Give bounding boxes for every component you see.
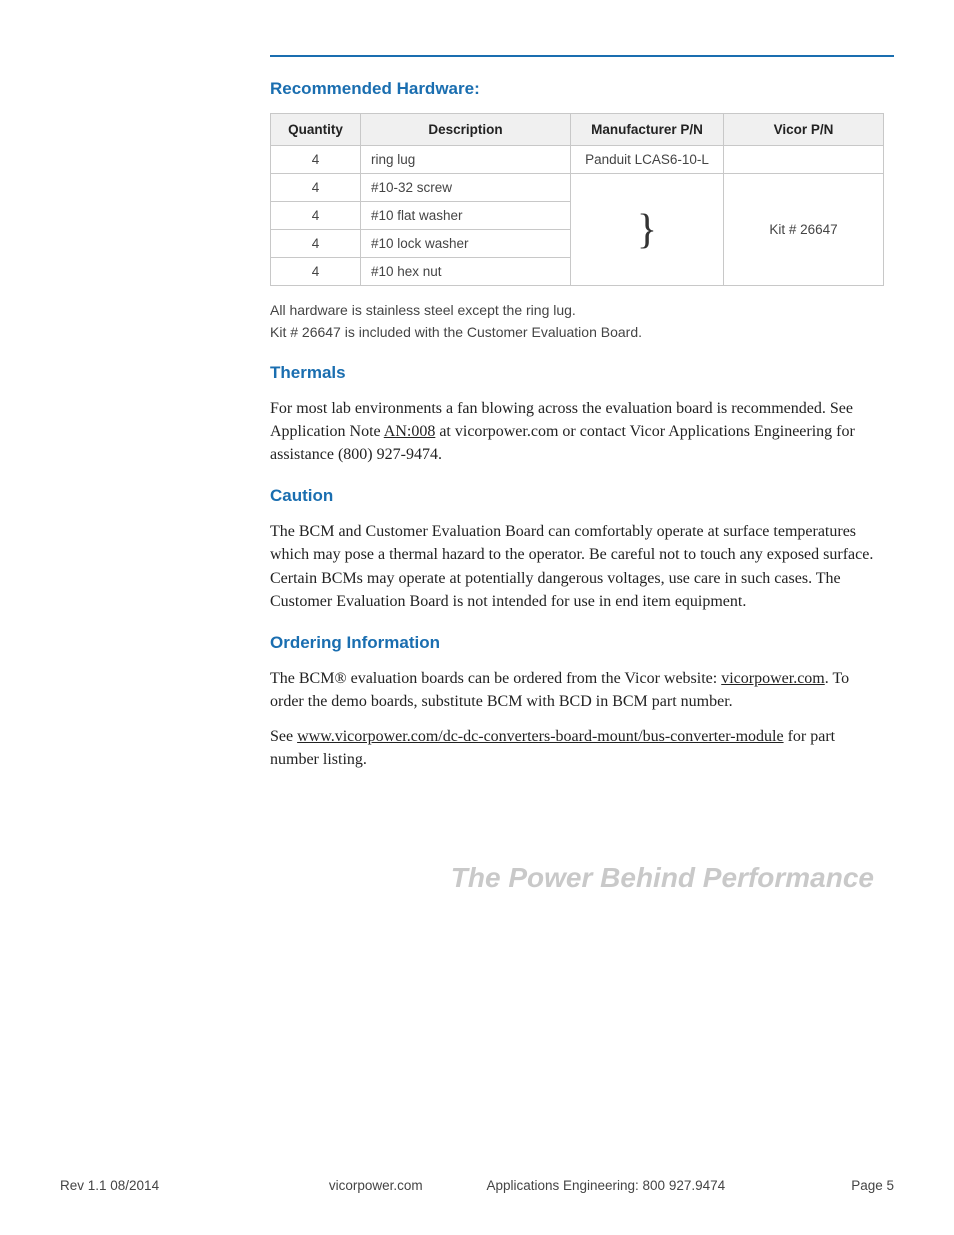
cell-desc: ring lug xyxy=(361,146,571,174)
hardware-note-1: All hardware is stainless steel except t… xyxy=(270,300,884,320)
col-description: Description xyxy=(361,114,571,146)
footer-rev: Rev 1.1 08/2014 xyxy=(60,1178,260,1193)
hardware-table: Quantity Description Manufacturer P/N Vi… xyxy=(270,113,884,286)
heading-ordering-information: Ordering Information xyxy=(270,633,884,653)
page-footer: Rev 1.1 08/2014 vicorpower.com Applicati… xyxy=(60,1178,894,1193)
footer-site: vicorpower.com xyxy=(329,1178,423,1193)
link-an008[interactable]: AN:008 xyxy=(384,423,436,440)
top-rule xyxy=(270,55,894,57)
text: The BCM® evaluation boards can be ordere… xyxy=(270,670,721,687)
heading-caution: Caution xyxy=(270,486,884,506)
col-manufacturer-pn: Manufacturer P/N xyxy=(571,114,724,146)
cell-qty: 4 xyxy=(271,230,361,258)
heading-recommended-hardware: Recommended Hardware: xyxy=(270,79,884,99)
table-header-row: Quantity Description Manufacturer P/N Vi… xyxy=(271,114,884,146)
link-bus-converter-module[interactable]: www.vicorpower.com/dc-dc-converters-boar… xyxy=(297,728,783,745)
cell-desc: #10 flat washer xyxy=(361,202,571,230)
footer-engineering: Applications Engineering: 800 927.9474 xyxy=(486,1178,725,1193)
document-page: Recommended Hardware: Quantity Descripti… xyxy=(0,0,954,1235)
content-area: Recommended Hardware: Quantity Descripti… xyxy=(270,79,884,894)
brace-cell: } xyxy=(571,174,724,286)
hardware-note-2: Kit # 26647 is included with the Custome… xyxy=(270,322,884,342)
cell-desc: #10-32 screw xyxy=(361,174,571,202)
cell-qty: 4 xyxy=(271,258,361,286)
ordering-paragraph-1: The BCM® evaluation boards can be ordere… xyxy=(270,667,884,713)
col-quantity: Quantity xyxy=(271,114,361,146)
footer-center: vicorpower.com Applications Engineering:… xyxy=(260,1178,794,1193)
text: See xyxy=(270,728,297,745)
ordering-paragraph-2: See www.vicorpower.com/dc-dc-converters-… xyxy=(270,725,884,771)
cell-vicor-kit: Kit # 26647 xyxy=(724,174,884,286)
footer-page: Page 5 xyxy=(794,1178,894,1193)
cell-qty: 4 xyxy=(271,146,361,174)
cell-vicor xyxy=(724,146,884,174)
thermals-paragraph: For most lab environments a fan blowing … xyxy=(270,397,884,467)
table-row: 4 ring lug Panduit LCAS6-10-L xyxy=(271,146,884,174)
col-vicor-pn: Vicor P/N xyxy=(724,114,884,146)
cell-qty: 4 xyxy=(271,174,361,202)
cell-qty: 4 xyxy=(271,202,361,230)
cell-desc: #10 lock washer xyxy=(361,230,571,258)
table-row: 4 #10-32 screw } Kit # 26647 xyxy=(271,174,884,202)
caution-paragraph: The BCM and Customer Evaluation Board ca… xyxy=(270,520,884,613)
cell-mfr: Panduit LCAS6-10-L xyxy=(571,146,724,174)
link-vicorpower[interactable]: vicorpower.com xyxy=(721,670,825,687)
cell-desc: #10 hex nut xyxy=(361,258,571,286)
tagline: The Power Behind Performance xyxy=(270,862,884,894)
heading-thermals: Thermals xyxy=(270,363,884,383)
